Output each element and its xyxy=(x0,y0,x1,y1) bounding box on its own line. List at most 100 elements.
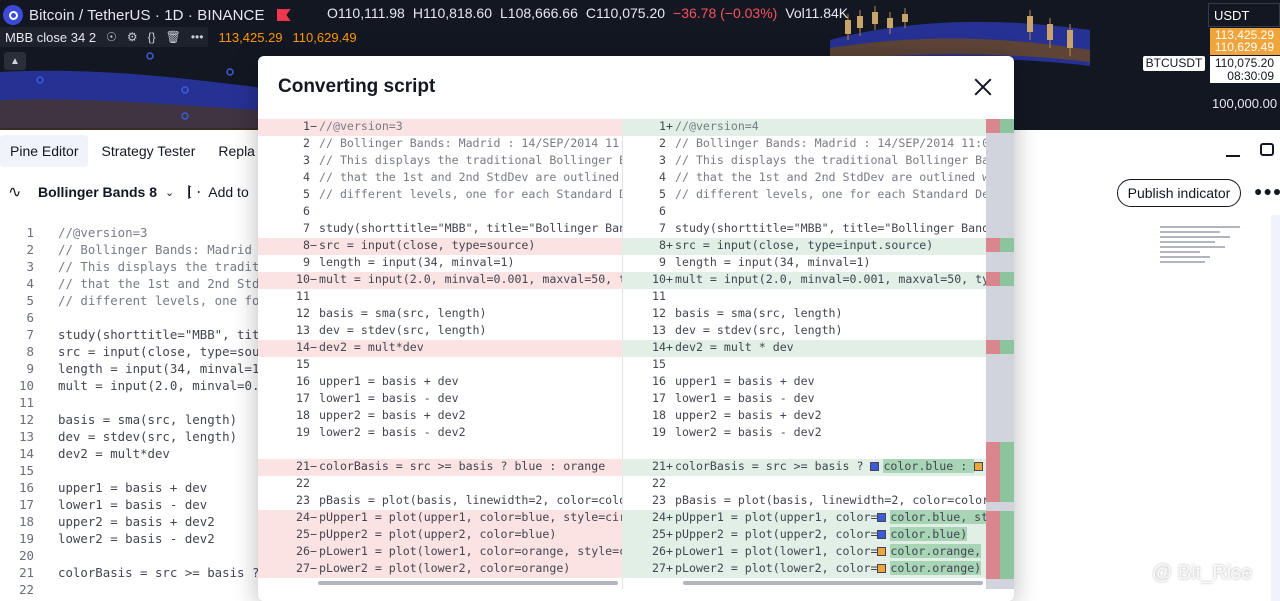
diff-line-added[interactable]: 14 + dev2 = mult * dev xyxy=(622,340,986,357)
diff-line-added[interactable]: 8 + src = input(close, type=input.source) xyxy=(622,238,986,255)
diff-line[interactable]: 19 lower2 = basis - dev2 xyxy=(258,425,622,442)
code-line[interactable]: 4 // that the 1st and 2nd Std xyxy=(0,276,260,293)
diff-line-added[interactable]: 27 + pLower2 = plot(lower2, color= color.or… xyxy=(622,561,986,578)
code-line[interactable]: 19 lower2 = basis - dev2 xyxy=(0,531,215,548)
indicator-label[interactable]: MBB close 34 2 xyxy=(5,30,96,45)
code-line[interactable]: 11 xyxy=(0,395,34,412)
currency-selector[interactable]: USDT xyxy=(1208,3,1280,27)
horizontal-scrollbar-left[interactable] xyxy=(318,581,618,585)
diff-line[interactable]: 23 pBasis = plot(basis, linewidth=2, colo… xyxy=(622,493,986,510)
code-line[interactable]: 7 study(shorttitle="MBB", tit xyxy=(0,327,260,344)
chevron-up-icon[interactable]: ▲ xyxy=(4,52,26,70)
flag-icon[interactable] xyxy=(276,9,291,21)
diff-line-added[interactable]: 25 + pUpper2 = plot(upper2, color= color.bl… xyxy=(622,527,986,544)
tab-pine-editor[interactable]: Pine Editor xyxy=(0,135,89,167)
source-code-icon[interactable]: {} xyxy=(148,30,156,44)
diff-line-added[interactable]: 10 + mult = input(2.0, minval=0.001, maxva… xyxy=(622,272,986,289)
diff-line[interactable]: 13 dev = stdev(src, length) xyxy=(258,323,622,340)
chevron-down-icon[interactable]: ⌄ xyxy=(165,186,174,199)
diff-line[interactable]: 6 xyxy=(258,204,622,221)
eye-icon[interactable]: ☉ xyxy=(106,30,117,44)
tab-replay[interactable]: Repla xyxy=(208,135,265,167)
diff-line-removed[interactable]: 14− dev2 = mult*dev xyxy=(258,340,622,357)
diff-view[interactable]: 1−//@version=3 2// Bollinger Bands: Madri… xyxy=(258,119,1014,597)
diff-line-removed[interactable]: 25− pUpper2 = plot(upper2, color=blue) xyxy=(258,527,622,544)
diff-line-removed[interactable]: 1−//@version=3 xyxy=(258,119,622,136)
diff-line[interactable]: 7 study(shorttitle="MBB", title="Bollinge… xyxy=(258,221,622,238)
diff-line[interactable]: 13 dev = stdev(src, length) xyxy=(622,323,986,340)
code-line[interactable]: 12 basis = sma(src, length) xyxy=(0,412,237,429)
diff-line[interactable]: 9 length = input(34, minval=1) xyxy=(622,255,986,272)
editor-scrollbar[interactable] xyxy=(1271,215,1280,601)
tab-strategy-tester[interactable]: Strategy Tester xyxy=(91,135,205,167)
diff-pane-original[interactable]: 1−//@version=3 2 // Bollinger Bands: Madri… xyxy=(258,119,622,589)
code-line[interactable]: 6 xyxy=(0,310,34,327)
diff-line[interactable]: 23 pBasis = plot(basis, linewidth=2, colo… xyxy=(258,493,622,510)
diff-line[interactable]: 3 // This displays the traditional Bollin… xyxy=(258,153,622,170)
diff-line-removed[interactable]: 27− pLower2 = plot(lower2, color=orange) xyxy=(258,561,622,578)
indicator-legend[interactable]: MBB close 34 2 ☉ ⚙ {} 🗑 ••• 113,425.29 1… xyxy=(0,27,357,47)
diff-line[interactable]: 18 upper2 = basis + dev2 xyxy=(258,408,622,425)
diff-line[interactable]: 5 // different levels, one for each Stand… xyxy=(622,187,986,204)
diff-line-removed[interactable]: 8− src = input(close, type=source) xyxy=(258,238,622,255)
diff-line[interactable]: 17 lower1 = basis - dev xyxy=(258,391,622,408)
code-minimap[interactable] xyxy=(1160,226,1260,286)
diff-line[interactable]: 7 study(shorttitle="MBB", title="Bollinge… xyxy=(622,221,986,238)
diff-pane-converted[interactable]: 1 +//@version=4 2 // Bollinger Bands: Madri… xyxy=(622,119,986,589)
publish-indicator-button[interactable]: Publish indicator xyxy=(1117,179,1241,207)
symbol-legend[interactable]: Bitcoin / TetherUS · 1D · BINANCE xyxy=(0,2,291,28)
diff-line[interactable]: 16 upper1 = basis + dev xyxy=(258,374,622,391)
diff-line[interactable]: 18 upper2 = basis + dev2 xyxy=(622,408,986,425)
code-line[interactable]: 21 colorBasis = src >= basis ? xyxy=(0,565,259,582)
indicator-pill[interactable]: MBB close 34 2 ☉ ⚙ {} 🗑 ••• xyxy=(0,27,209,47)
diff-line[interactable]: 6 xyxy=(622,204,986,221)
code-line[interactable]: 16 upper1 = basis + dev xyxy=(0,480,207,497)
add-to-chart-button[interactable]: Add to xyxy=(188,184,249,200)
diff-line[interactable]: 3 // This displays the traditional Bollin… xyxy=(622,153,986,170)
diff-line[interactable] xyxy=(258,442,622,459)
diff-line-removed[interactable]: 24− pUpper1 = plot(upper1, color=blue, st… xyxy=(258,510,622,527)
settings-icon[interactable]: ⚙ xyxy=(127,30,138,44)
diff-line[interactable]: 9 length = input(34, minval=1) xyxy=(258,255,622,272)
diff-line[interactable]: 4 // that the 1st and 2nd StdDev are outl… xyxy=(622,170,986,187)
code-line[interactable]: 3 // This displays the tradit xyxy=(0,259,260,276)
diff-line[interactable]: 11 xyxy=(622,289,986,306)
diff-line[interactable]: 15 xyxy=(258,357,622,374)
code-line[interactable]: 1 //@version=3 xyxy=(0,225,148,242)
diff-line[interactable]: 22 xyxy=(622,476,986,493)
code-line[interactable]: 17 lower1 = basis - dev xyxy=(0,497,207,514)
diff-line-added[interactable]: 26 + pLower1 = plot(lower1, color= color.or… xyxy=(622,544,986,561)
code-line[interactable]: 15 xyxy=(0,463,34,480)
diff-line-added[interactable]: 1 +//@version=4 xyxy=(622,119,986,136)
diff-line-removed[interactable]: 10− mult = input(2.0, minval=0.001, maxva… xyxy=(258,272,622,289)
maximize-icon[interactable] xyxy=(1260,143,1274,156)
diff-line[interactable]: 16 upper1 = basis + dev xyxy=(622,374,986,391)
script-name[interactable]: Bollinger Bands 8 xyxy=(38,184,157,200)
code-line[interactable]: 9 length = input(34, minval=1 xyxy=(0,361,260,378)
diff-line[interactable]: 22 xyxy=(258,476,622,493)
more-icon[interactable]: ●●● xyxy=(1254,183,1280,199)
horizontal-scrollbar-right[interactable] xyxy=(683,581,983,585)
diff-line[interactable]: 19 lower2 = basis - dev2 xyxy=(622,425,986,442)
diff-line[interactable]: 11 xyxy=(258,289,622,306)
diff-line-added[interactable]: 24 + pUpper1 = plot(upper1, color= color.bl… xyxy=(622,510,986,527)
diff-line[interactable] xyxy=(622,442,986,459)
trash-icon[interactable]: 🗑 xyxy=(166,30,181,44)
code-line[interactable]: 18 upper2 = basis + dev2 xyxy=(0,514,215,531)
code-line[interactable]: 2 // Bollinger Bands: Madrid xyxy=(0,242,252,259)
code-line[interactable]: 14 dev2 = mult*dev xyxy=(0,446,170,463)
code-line[interactable]: 20 xyxy=(0,548,34,565)
code-line[interactable]: 5 // different levels, one fo xyxy=(0,293,260,310)
diff-line[interactable]: 12 basis = sma(src, length) xyxy=(258,306,622,323)
diff-line[interactable]: 2 // Bollinger Bands: Madrid : 14/SEP/201… xyxy=(258,136,622,153)
diff-overview-ruler[interactable] xyxy=(986,119,1014,589)
diff-line[interactable]: 17 lower1 = basis - dev xyxy=(622,391,986,408)
diff-line[interactable]: 2 // Bollinger Bands: Madrid : 14/SEP/201… xyxy=(622,136,986,153)
diff-line[interactable]: 12 basis = sma(src, length) xyxy=(622,306,986,323)
code-line[interactable]: 10 mult = input(2.0, minval=0. xyxy=(0,378,259,395)
diff-line-added[interactable]: 21 + colorBasis = src >= basis ? color.blu… xyxy=(622,459,986,476)
diff-line[interactable]: 15 xyxy=(622,357,986,374)
more-icon[interactable]: ••• xyxy=(191,30,204,44)
diff-line[interactable]: 5 // different levels, one for each Stand… xyxy=(258,187,622,204)
close-icon[interactable] xyxy=(970,74,996,100)
